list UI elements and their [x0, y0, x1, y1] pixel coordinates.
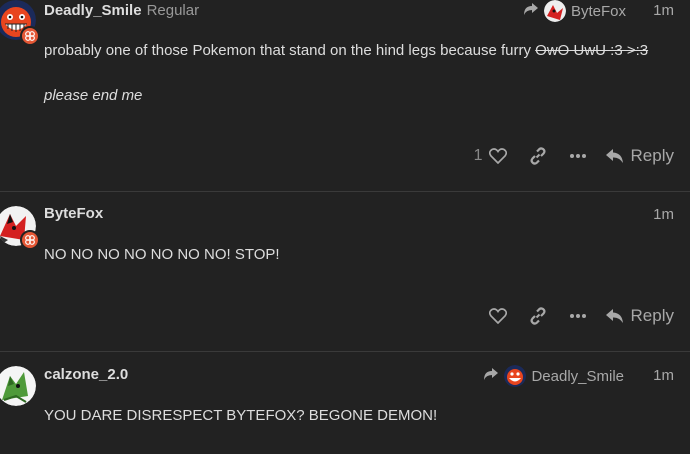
reply-button[interactable]: Reply	[605, 306, 674, 326]
post-author[interactable]: calzone_2.0	[44, 366, 128, 383]
link-icon	[529, 147, 547, 165]
avatar-deadly-smile-mini	[504, 365, 527, 387]
more-button[interactable]	[569, 313, 587, 319]
heart-icon	[488, 148, 507, 164]
like-button[interactable]	[488, 308, 507, 324]
reply-to-username: ByteFox	[570, 2, 626, 20]
post-bytefox: ByteFox 1m NO NO NO NO NO NO NO! STOP! R…	[0, 192, 690, 350]
post-deadly-smile: Deadly_Smile Regular ByteFox 1m probably …	[0, 0, 690, 190]
post-calzone: calzone_2.0 Deadly_Smile 1m YOU DARE DIS…	[0, 352, 690, 454]
strikethrough-text: OwO UwU :3 >:3	[535, 42, 649, 59]
more-button[interactable]	[569, 153, 587, 159]
reply-to-tab[interactable]: ByteFox	[523, 0, 626, 22]
flair-icon	[20, 230, 40, 250]
post-body: probably one of those Pokemon that stand…	[44, 42, 648, 59]
post-actions: Reply	[488, 306, 674, 326]
reply-icon	[605, 148, 624, 164]
reply-to-tab[interactable]: Deadly_Smile	[483, 365, 624, 387]
post-date[interactable]: 1m	[653, 367, 674, 384]
post-body: NO NO NO NO NO NO NO! STOP!	[44, 246, 280, 263]
username-link[interactable]: Deadly_Smile	[44, 2, 142, 19]
link-icon	[529, 307, 547, 325]
avatar-calzone[interactable]	[0, 366, 36, 406]
avatar-bytefox-mini	[543, 0, 566, 22]
flair-icon	[20, 26, 40, 46]
post-italic-text: please end me	[44, 87, 143, 104]
post-actions: 1 Reply	[474, 146, 674, 166]
post-date[interactable]: 1m	[653, 206, 674, 223]
post-author[interactable]: ByteFox	[44, 205, 103, 222]
post-body: YOU DARE DISRESPECT BYTEFOX? BEGONE DEMO…	[44, 407, 438, 424]
more-icon	[569, 153, 587, 159]
more-icon	[569, 313, 587, 319]
like-button[interactable]: 1	[474, 147, 507, 165]
share-link-button[interactable]	[529, 147, 547, 165]
reply-label: Reply	[630, 306, 674, 325]
reply-button[interactable]: Reply	[605, 146, 674, 166]
post-author[interactable]: Deadly_Smile Regular	[44, 2, 199, 19]
user-title: Regular	[146, 2, 200, 19]
share-arrow-icon	[523, 2, 539, 20]
post-date[interactable]: 1m	[653, 2, 674, 19]
share-link-button[interactable]	[529, 307, 547, 325]
reply-label: Reply	[630, 146, 674, 165]
post-text: probably one of those Pokemon that stand…	[44, 42, 536, 59]
like-count: 1	[473, 147, 483, 164]
heart-icon	[488, 308, 507, 324]
reply-to-username: Deadly_Smile	[531, 367, 624, 385]
share-arrow-icon	[483, 367, 499, 385]
reply-icon	[605, 308, 624, 324]
